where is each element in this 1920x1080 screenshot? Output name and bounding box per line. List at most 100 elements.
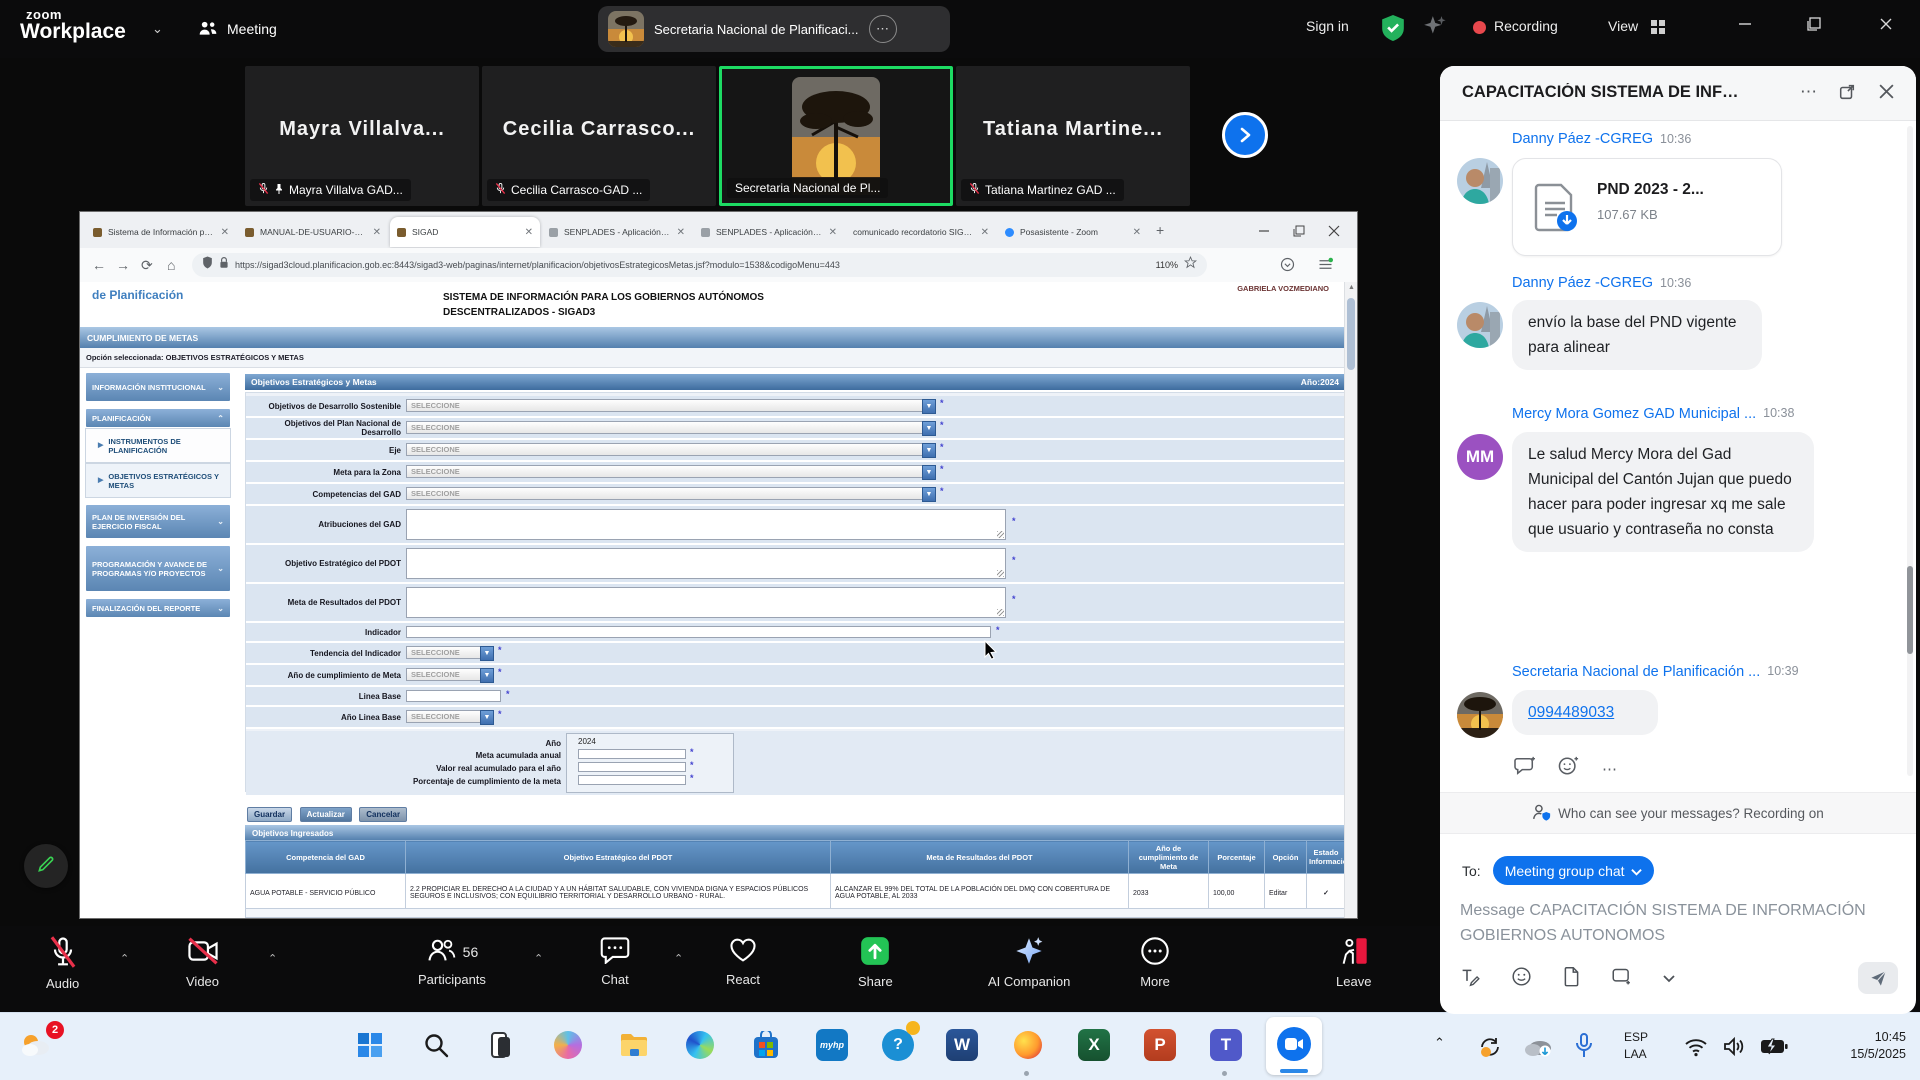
chat-scrollbar-thumb[interactable] xyxy=(1907,566,1913,654)
maximize-button[interactable] xyxy=(1806,16,1822,37)
taskbar-help-button[interactable]: ? xyxy=(878,1025,918,1065)
browser-tab[interactable]: comunicado recordatorio SIGAD 20✕ xyxy=(846,217,996,247)
forward-icon[interactable]: → xyxy=(116,257,130,273)
phone-link[interactable]: 0994489033 xyxy=(1528,704,1614,721)
participant-tile-active-speaker[interactable]: Secretaria Nacional de Pl... xyxy=(719,66,953,206)
more-button[interactable]: More xyxy=(1140,936,1170,989)
taskbar-powerpoint-button[interactable]: P xyxy=(1140,1025,1180,1065)
participant-tile[interactable]: Mayra Villalva... Mayra Villalva GAD... xyxy=(245,66,479,206)
avatar-tree[interactable] xyxy=(1457,692,1503,738)
porcentaje-input[interactable] xyxy=(578,775,686,785)
linea-base-input[interactable] xyxy=(406,690,501,702)
browser-tab[interactable]: Posasistente - Zoom✕ xyxy=(998,217,1148,247)
video-button[interactable]: Video xyxy=(186,936,219,989)
participant-tile[interactable]: Tatiana Martine... Tatiana Martinez GAD … xyxy=(956,66,1190,206)
taskbar-search-button[interactable] xyxy=(416,1025,456,1065)
new-tab-button[interactable]: + xyxy=(1156,222,1164,238)
annotate-button[interactable] xyxy=(24,844,68,888)
chat-button[interactable]: Chat xyxy=(600,936,630,987)
extensions-icon[interactable] xyxy=(1280,257,1295,277)
weather-widget[interactable]: 2 xyxy=(16,1025,56,1065)
taskbar-start-button[interactable] xyxy=(350,1025,390,1065)
page-scrollbar[interactable]: ▲ xyxy=(1344,282,1357,918)
browser-close-icon[interactable] xyxy=(1328,224,1340,242)
taskbar-zoom-button-active[interactable] xyxy=(1266,1017,1322,1075)
taskbar-myhp-button[interactable]: myhp xyxy=(812,1025,852,1065)
taskbar-store-button[interactable] xyxy=(746,1025,786,1065)
next-participants-button[interactable] xyxy=(1222,112,1268,158)
browser-tab[interactable]: Sistema de Información para lo✕ xyxy=(86,217,236,247)
audio-button[interactable]: Audio xyxy=(46,936,79,991)
scroll-up-icon[interactable]: ▲ xyxy=(1348,284,1355,291)
taskbar-task-view-button[interactable] xyxy=(482,1025,522,1065)
audio-options-chevron-icon[interactable]: ⌃ xyxy=(120,952,129,965)
sidebar-item-objetivos[interactable]: ▶OBJETIVOS ESTRATÉGICOS Y METAS xyxy=(85,463,231,498)
participants-options-chevron-icon[interactable]: ⌃ xyxy=(534,952,543,965)
share-button[interactable]: Share xyxy=(858,936,893,989)
meta-zona-select[interactable]: SELECCIONE xyxy=(406,465,936,478)
tab-close-icon[interactable]: ✕ xyxy=(1133,227,1141,238)
tray-onedrive-icon[interactable] xyxy=(1524,1037,1552,1062)
video-options-chevron-icon[interactable]: ⌃ xyxy=(268,952,277,965)
meeting-options-icon[interactable]: ⋯ xyxy=(869,15,897,43)
sidebar-item-instrumentos[interactable]: ▶INSTRUMENTOS DE PLANIFICACIÓN xyxy=(85,428,231,463)
taskbar-firefox-button[interactable] xyxy=(1008,1025,1048,1065)
browser-minimize-icon[interactable] xyxy=(1258,224,1270,242)
leave-button[interactable]: Leave xyxy=(1336,936,1371,989)
tray-volume-icon[interactable] xyxy=(1722,1036,1746,1062)
taskbar-excel-button[interactable]: X xyxy=(1074,1025,1114,1065)
meta-pdot-textarea[interactable] xyxy=(406,587,1006,618)
taskbar-teams-button[interactable]: T xyxy=(1206,1025,1246,1065)
browser-tab[interactable]: MANUAL-DE-USUARIO-SIGAD_✕ xyxy=(238,217,388,247)
chat-scrollbar[interactable] xyxy=(1907,126,1913,776)
bookmark-star-icon[interactable] xyxy=(1184,256,1197,274)
taskbar-word-button[interactable]: W xyxy=(942,1025,982,1065)
tray-battery-icon[interactable] xyxy=(1760,1038,1788,1060)
view-button[interactable]: View xyxy=(1608,18,1638,34)
sign-in-button[interactable]: Sign in xyxy=(1306,18,1349,34)
browser-tab-active[interactable]: SIGAD✕ xyxy=(390,217,540,247)
privacy-note-bar[interactable]: Who can see your messages? Recording on xyxy=(1440,792,1916,834)
eje-select-arrow-icon[interactable]: ▼ xyxy=(922,443,936,458)
taskbar-copilot-button[interactable] xyxy=(548,1025,588,1065)
screenshot-icon[interactable] xyxy=(1611,966,1633,992)
eje-select[interactable]: SELECCIONE xyxy=(406,443,936,456)
sender-name[interactable]: Mercy Mora Gomez GAD Municipal ... xyxy=(1512,406,1756,422)
ai-sparkle-icon[interactable] xyxy=(1422,14,1448,45)
sender-name[interactable]: Secretaria Nacional de Planificación ... xyxy=(1512,664,1760,680)
tab-close-icon[interactable]: ✕ xyxy=(677,227,685,238)
avatar[interactable] xyxy=(1457,158,1503,204)
tab-close-icon[interactable]: ✕ xyxy=(221,227,229,238)
view-grid-icon[interactable] xyxy=(1650,19,1666,40)
chat-more-icon[interactable]: ⋯ xyxy=(1800,82,1817,102)
sidebar-item-finalizacion[interactable]: FINALIZACIÓN DEL REPORTE⌄ xyxy=(85,598,231,618)
reload-icon[interactable]: ⟳ xyxy=(141,257,153,274)
taskbar-file-explorer-button[interactable] xyxy=(614,1025,654,1065)
opnd-select-arrow-icon[interactable]: ▼ xyxy=(922,421,936,436)
tab-close-icon[interactable]: ✕ xyxy=(829,227,837,238)
tray-update-icon[interactable] xyxy=(1478,1035,1502,1064)
indicador-input[interactable] xyxy=(406,626,991,638)
tab-close-icon[interactable]: ✕ xyxy=(981,227,989,238)
sidebar-item-plan-inversion[interactable]: PLAN DE INVERSIÓN DEL EJERCICIO FISCAL⌄ xyxy=(85,504,231,539)
message-bubble[interactable]: 0994489033 xyxy=(1512,690,1658,735)
minimize-button[interactable] xyxy=(1737,16,1753,37)
emoji-icon[interactable] xyxy=(1511,966,1532,992)
react-button[interactable]: React xyxy=(726,936,760,987)
page-zoom-badge[interactable]: 110% xyxy=(1156,260,1178,270)
back-icon[interactable]: ← xyxy=(92,257,106,273)
tray-clock[interactable]: 10:45 15/5/2025 xyxy=(1850,1029,1906,1063)
meta-acumulada-input[interactable] xyxy=(578,749,686,759)
close-button[interactable] xyxy=(1878,16,1894,37)
address-field[interactable]: https://sigad3cloud.planificacion.gob.ec… xyxy=(192,253,1207,277)
sender-name[interactable]: Danny Páez -CGREG xyxy=(1512,275,1653,291)
attach-file-icon[interactable] xyxy=(1562,966,1581,992)
pop-out-icon[interactable] xyxy=(1838,83,1856,106)
format-icon[interactable] xyxy=(1460,966,1481,992)
compose-input[interactable]: Message CAPACITACIÓN SISTEMA DE INFORMAC… xyxy=(1460,898,1890,948)
chat-close-icon[interactable] xyxy=(1878,83,1895,105)
competencias-select[interactable]: SELECCIONE xyxy=(406,487,936,500)
tray-wifi-icon[interactable] xyxy=(1684,1037,1708,1062)
recipient-selector[interactable]: Meeting group chat xyxy=(1493,856,1654,885)
tab-close-icon[interactable]: ✕ xyxy=(373,227,381,238)
